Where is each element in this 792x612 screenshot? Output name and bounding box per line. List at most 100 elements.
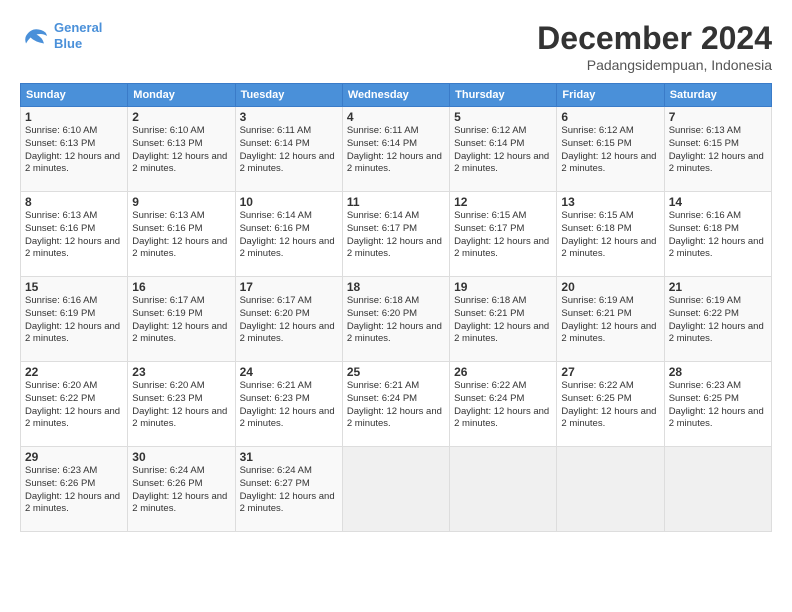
calendar-week-4: 22 Sunrise: 6:20 AM Sunset: 6:22 PM Dayl…: [21, 362, 772, 447]
day-number: 24: [240, 365, 338, 379]
sunset-label: Sunset: 6:19 PM: [25, 308, 95, 319]
day-number: 8: [25, 195, 123, 209]
day-info: Sunrise: 6:11 AM Sunset: 6:14 PM Dayligh…: [347, 125, 445, 176]
day-info: Sunrise: 6:11 AM Sunset: 6:14 PM Dayligh…: [240, 125, 338, 176]
sunrise-label: Sunrise: 6:13 AM: [132, 210, 204, 221]
daylight-label: Daylight: 12 hours and 2 minutes.: [454, 321, 549, 345]
day-info: Sunrise: 6:10 AM Sunset: 6:13 PM Dayligh…: [132, 125, 230, 176]
day-number: 7: [669, 110, 767, 124]
daylight-label: Daylight: 12 hours and 2 minutes.: [669, 236, 764, 260]
day-info: Sunrise: 6:24 AM Sunset: 6:27 PM Dayligh…: [240, 465, 338, 516]
day-info: Sunrise: 6:14 AM Sunset: 6:16 PM Dayligh…: [240, 210, 338, 261]
table-row: 31 Sunrise: 6:24 AM Sunset: 6:27 PM Dayl…: [235, 447, 342, 532]
day-number: 12: [454, 195, 552, 209]
day-number: 31: [240, 450, 338, 464]
day-number: 6: [561, 110, 659, 124]
day-info: Sunrise: 6:22 AM Sunset: 6:25 PM Dayligh…: [561, 380, 659, 431]
sunset-label: Sunset: 6:19 PM: [132, 308, 202, 319]
daylight-label: Daylight: 12 hours and 2 minutes.: [132, 491, 227, 515]
sunset-label: Sunset: 6:14 PM: [347, 138, 417, 149]
daylight-label: Daylight: 12 hours and 2 minutes.: [454, 151, 549, 175]
day-info: Sunrise: 6:16 AM Sunset: 6:19 PM Dayligh…: [25, 295, 123, 346]
table-row: [557, 447, 664, 532]
sunset-label: Sunset: 6:15 PM: [669, 138, 739, 149]
day-info: Sunrise: 6:20 AM Sunset: 6:22 PM Dayligh…: [25, 380, 123, 431]
table-row: 15 Sunrise: 6:16 AM Sunset: 6:19 PM Dayl…: [21, 277, 128, 362]
sunrise-label: Sunrise: 6:19 AM: [669, 295, 741, 306]
table-row: 8 Sunrise: 6:13 AM Sunset: 6:16 PM Dayli…: [21, 192, 128, 277]
day-number: 11: [347, 195, 445, 209]
daylight-label: Daylight: 12 hours and 2 minutes.: [561, 236, 656, 260]
day-number: 17: [240, 280, 338, 294]
day-info: Sunrise: 6:10 AM Sunset: 6:13 PM Dayligh…: [25, 125, 123, 176]
daylight-label: Daylight: 12 hours and 2 minutes.: [347, 406, 442, 430]
daylight-label: Daylight: 12 hours and 2 minutes.: [132, 236, 227, 260]
table-row: 24 Sunrise: 6:21 AM Sunset: 6:23 PM Dayl…: [235, 362, 342, 447]
sunset-label: Sunset: 6:16 PM: [25, 223, 95, 234]
day-number: 25: [347, 365, 445, 379]
daylight-label: Daylight: 12 hours and 2 minutes.: [347, 236, 442, 260]
daylight-label: Daylight: 12 hours and 2 minutes.: [25, 321, 120, 345]
sunset-label: Sunset: 6:23 PM: [132, 393, 202, 404]
day-info: Sunrise: 6:21 AM Sunset: 6:24 PM Dayligh…: [347, 380, 445, 431]
daylight-label: Daylight: 12 hours and 2 minutes.: [561, 406, 656, 430]
title-area: December 2024 Padangsidempuan, Indonesia: [537, 20, 772, 73]
sunrise-label: Sunrise: 6:16 AM: [669, 210, 741, 221]
sunrise-label: Sunrise: 6:24 AM: [240, 465, 312, 476]
table-row: 28 Sunrise: 6:23 AM Sunset: 6:25 PM Dayl…: [664, 362, 771, 447]
table-row: 29 Sunrise: 6:23 AM Sunset: 6:26 PM Dayl…: [21, 447, 128, 532]
sunset-label: Sunset: 6:16 PM: [240, 223, 310, 234]
daylight-label: Daylight: 12 hours and 2 minutes.: [240, 491, 335, 515]
calendar-week-2: 8 Sunrise: 6:13 AM Sunset: 6:16 PM Dayli…: [21, 192, 772, 277]
table-row: 25 Sunrise: 6:21 AM Sunset: 6:24 PM Dayl…: [342, 362, 449, 447]
day-info: Sunrise: 6:19 AM Sunset: 6:21 PM Dayligh…: [561, 295, 659, 346]
weekday-saturday: Saturday: [664, 84, 771, 107]
logo-text: General Blue: [54, 20, 102, 51]
day-info: Sunrise: 6:20 AM Sunset: 6:23 PM Dayligh…: [132, 380, 230, 431]
daylight-label: Daylight: 12 hours and 2 minutes.: [669, 151, 764, 175]
sunrise-label: Sunrise: 6:15 AM: [561, 210, 633, 221]
weekday-wednesday: Wednesday: [342, 84, 449, 107]
table-row: 19 Sunrise: 6:18 AM Sunset: 6:21 PM Dayl…: [450, 277, 557, 362]
sunrise-label: Sunrise: 6:15 AM: [454, 210, 526, 221]
day-info: Sunrise: 6:15 AM Sunset: 6:17 PM Dayligh…: [454, 210, 552, 261]
daylight-label: Daylight: 12 hours and 2 minutes.: [669, 321, 764, 345]
day-number: 3: [240, 110, 338, 124]
weekday-sunday: Sunday: [21, 84, 128, 107]
day-number: 26: [454, 365, 552, 379]
month-title: December 2024: [537, 20, 772, 57]
table-row: 5 Sunrise: 6:12 AM Sunset: 6:14 PM Dayli…: [450, 107, 557, 192]
sunset-label: Sunset: 6:26 PM: [25, 478, 95, 489]
sunset-label: Sunset: 6:18 PM: [669, 223, 739, 234]
day-info: Sunrise: 6:18 AM Sunset: 6:20 PM Dayligh…: [347, 295, 445, 346]
table-row: [450, 447, 557, 532]
daylight-label: Daylight: 12 hours and 2 minutes.: [240, 236, 335, 260]
sunrise-label: Sunrise: 6:10 AM: [25, 125, 97, 136]
sunrise-label: Sunrise: 6:14 AM: [347, 210, 419, 221]
location-subtitle: Padangsidempuan, Indonesia: [537, 57, 772, 73]
sunset-label: Sunset: 6:17 PM: [454, 223, 524, 234]
table-row: 27 Sunrise: 6:22 AM Sunset: 6:25 PM Dayl…: [557, 362, 664, 447]
sunrise-label: Sunrise: 6:23 AM: [25, 465, 97, 476]
daylight-label: Daylight: 12 hours and 2 minutes.: [240, 151, 335, 175]
day-number: 29: [25, 450, 123, 464]
weekday-monday: Monday: [128, 84, 235, 107]
table-row: 30 Sunrise: 6:24 AM Sunset: 6:26 PM Dayl…: [128, 447, 235, 532]
table-row: 14 Sunrise: 6:16 AM Sunset: 6:18 PM Dayl…: [664, 192, 771, 277]
sunrise-label: Sunrise: 6:11 AM: [240, 125, 312, 136]
table-row: 26 Sunrise: 6:22 AM Sunset: 6:24 PM Dayl…: [450, 362, 557, 447]
day-info: Sunrise: 6:14 AM Sunset: 6:17 PM Dayligh…: [347, 210, 445, 261]
day-info: Sunrise: 6:12 AM Sunset: 6:14 PM Dayligh…: [454, 125, 552, 176]
sunrise-label: Sunrise: 6:18 AM: [347, 295, 419, 306]
sunset-label: Sunset: 6:25 PM: [561, 393, 631, 404]
day-number: 15: [25, 280, 123, 294]
calendar-header: General Blue December 2024 Padangsidempu…: [20, 20, 772, 73]
daylight-label: Daylight: 12 hours and 2 minutes.: [240, 406, 335, 430]
day-number: 19: [454, 280, 552, 294]
sunset-label: Sunset: 6:21 PM: [454, 308, 524, 319]
day-info: Sunrise: 6:21 AM Sunset: 6:23 PM Dayligh…: [240, 380, 338, 431]
sunset-label: Sunset: 6:22 PM: [669, 308, 739, 319]
day-number: 14: [669, 195, 767, 209]
table-row: 9 Sunrise: 6:13 AM Sunset: 6:16 PM Dayli…: [128, 192, 235, 277]
day-info: Sunrise: 6:13 AM Sunset: 6:16 PM Dayligh…: [132, 210, 230, 261]
